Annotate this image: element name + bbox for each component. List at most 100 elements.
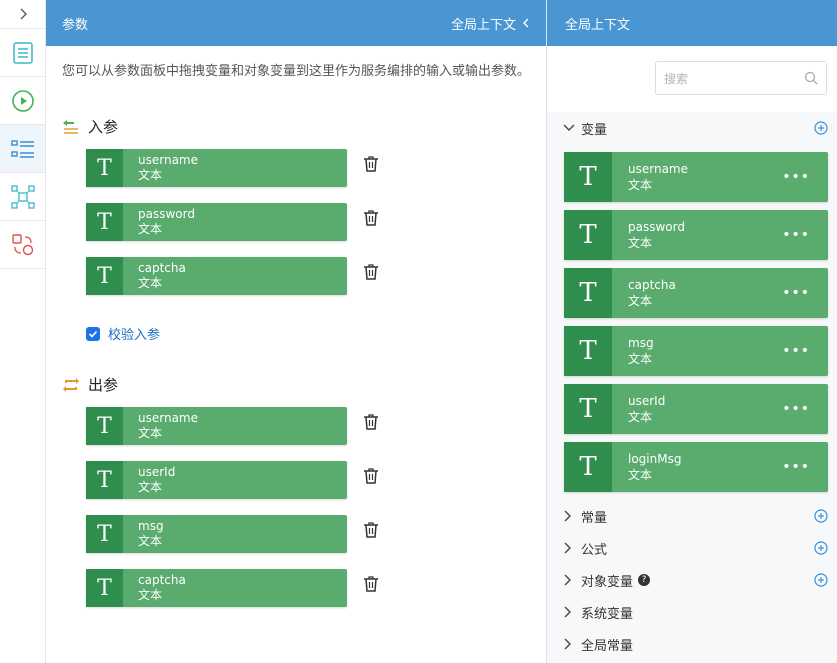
group-label: 系统变量 (581, 606, 634, 622)
group-constants-header[interactable]: 常量 (547, 500, 837, 532)
group-object-variables-header[interactable]: 对象变量 ? (547, 564, 837, 596)
input-param-card[interactable]: T password 文本 (86, 203, 347, 241)
chevron-right-icon (20, 8, 27, 20)
context-variable-card[interactable]: T msg 文本 ••• (564, 326, 828, 376)
text-type-icon: T (564, 384, 612, 434)
trash-icon[interactable] (362, 575, 380, 593)
param-name: captcha (138, 573, 186, 587)
params-header: 参数 全局上下文 (46, 0, 546, 46)
text-type-icon: T (564, 268, 612, 318)
search-icon[interactable] (804, 71, 818, 85)
text-type-icon: T (564, 152, 612, 202)
param-type: 文本 (138, 426, 163, 440)
text-type-icon: T (86, 257, 123, 295)
help-icon[interactable]: ? (638, 574, 651, 586)
param-type: 文本 (138, 276, 163, 290)
group-label: 全局常量 (581, 638, 634, 654)
group-system-variables-header[interactable]: 系统变量 (547, 596, 837, 628)
chevron-right-icon (564, 606, 571, 618)
group-formulas-header[interactable]: 公式 (547, 532, 837, 564)
param-type: 文本 (138, 534, 163, 548)
validate-input-checkbox[interactable]: 校验入参 (86, 324, 160, 343)
rail-item-nodes[interactable] (0, 173, 45, 221)
input-section-title: 入参 (62, 116, 118, 137)
checkbox-checked-icon[interactable] (86, 326, 100, 341)
context-variable-card[interactable]: T username 文本 ••• (564, 152, 828, 202)
global-context-panel: 全局上下文 变量 T username文本 ••• T password文本 •… (546, 0, 837, 663)
output-section-title: 出参 (62, 374, 118, 395)
more-options-icon[interactable]: ••• (782, 401, 810, 417)
text-type-icon: T (86, 203, 123, 241)
text-type-icon: T (564, 442, 612, 492)
list-doc-icon (12, 41, 33, 64)
params-title: 参数 (62, 17, 89, 33)
param-name: captcha (138, 261, 186, 275)
play-circle-icon (11, 89, 34, 112)
context-title: 全局上下文 (565, 17, 631, 33)
output-param-card[interactable]: T captcha 文本 (86, 569, 347, 607)
add-circle-icon[interactable] (814, 121, 828, 135)
global-context-link-label: 全局上下文 (450, 17, 516, 33)
swap-shapes-icon (11, 233, 33, 255)
search-area (547, 46, 837, 112)
group-variables-header[interactable]: 变量 (547, 112, 837, 144)
chevron-right-icon (564, 638, 571, 650)
param-type: 文本 (138, 480, 163, 494)
param-name: password (138, 207, 195, 221)
param-type: 文本 (138, 222, 163, 236)
param-name: userId (138, 465, 176, 479)
input-param-card[interactable]: T username 文本 (86, 149, 347, 187)
text-type-icon: T (86, 407, 123, 445)
group-label: 变量 (581, 122, 608, 138)
group-label: 对象变量 (581, 574, 634, 590)
param-name: username (138, 411, 198, 425)
chevron-right-icon (564, 510, 571, 522)
chevron-down-icon (563, 124, 575, 131)
add-circle-icon[interactable] (814, 509, 828, 523)
input-section-label: 入参 (88, 118, 119, 136)
add-circle-icon[interactable] (814, 541, 828, 555)
group-global-constants-header[interactable]: 全局常量 (547, 628, 837, 660)
param-name: msg (138, 519, 164, 533)
text-type-icon: T (86, 461, 123, 499)
node-graph-icon (10, 184, 35, 209)
search-input[interactable] (656, 62, 796, 96)
trash-icon[interactable] (362, 521, 380, 539)
params-list-icon (10, 139, 34, 158)
trash-icon[interactable] (362, 155, 380, 173)
output-param-card[interactable]: T userId 文本 (86, 461, 347, 499)
rail-item-run[interactable] (0, 77, 45, 125)
trash-icon[interactable] (362, 263, 380, 281)
context-variable-card[interactable]: T captcha 文本 ••• (564, 268, 828, 318)
text-type-icon: T (86, 149, 123, 187)
more-options-icon[interactable]: ••• (782, 285, 810, 301)
trash-icon[interactable] (362, 467, 380, 485)
left-icon-rail (0, 0, 46, 663)
expand-rail-button[interactable] (0, 0, 45, 29)
context-variable-card[interactable]: T userId 文本 ••• (564, 384, 828, 434)
rail-item-params[interactable] (0, 125, 45, 173)
text-type-icon: T (86, 515, 123, 553)
more-options-icon[interactable]: ••• (782, 227, 810, 243)
trash-icon[interactable] (362, 413, 380, 431)
add-circle-icon[interactable] (814, 573, 828, 587)
params-panel: 参数 全局上下文 您可以从参数面板中拖拽变量和对象变量到这里作为服务编排的输入或… (46, 0, 546, 663)
more-options-icon[interactable]: ••• (782, 459, 810, 475)
context-variable-card[interactable]: T password 文本 ••• (564, 210, 828, 260)
chevron-left-icon (523, 18, 529, 28)
more-options-icon[interactable]: ••• (782, 169, 810, 185)
trash-icon[interactable] (362, 209, 380, 227)
rail-item-list[interactable] (0, 29, 45, 77)
output-param-card[interactable]: T username 文本 (86, 407, 347, 445)
input-param-card[interactable]: T captcha 文本 (86, 257, 347, 295)
param-name: username (138, 153, 198, 167)
rail-item-transform[interactable] (0, 221, 45, 269)
param-type: 文本 (138, 588, 163, 602)
context-variable-card[interactable]: T loginMsg 文本 ••• (564, 442, 828, 492)
params-description: 您可以从参数面板中拖拽变量和对象变量到这里作为服务编排的输入或输出参数。 (62, 64, 531, 79)
output-swap-icon (63, 377, 79, 392)
search-box (655, 61, 827, 96)
global-context-toggle[interactable]: 全局上下文 (451, 14, 530, 33)
output-param-card[interactable]: T msg 文本 (86, 515, 347, 553)
more-options-icon[interactable]: ••• (782, 343, 810, 359)
